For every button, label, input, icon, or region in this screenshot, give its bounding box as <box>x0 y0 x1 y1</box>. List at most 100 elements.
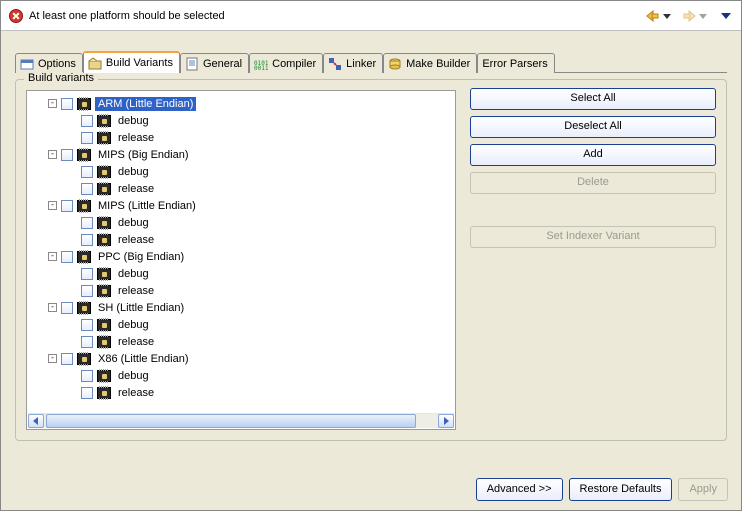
chip-icon <box>77 302 91 314</box>
tab-label: Make Builder <box>406 58 470 70</box>
tree-node-label[interactable]: release <box>115 386 157 400</box>
chip-icon <box>97 166 111 178</box>
horizontal-scrollbar[interactable] <box>28 413 454 428</box>
tree-variant-node[interactable]: debug <box>27 214 455 231</box>
add-button[interactable]: Add <box>470 144 716 166</box>
tree-node-label[interactable]: PPC (Big Endian) <box>95 250 187 264</box>
delete-button: Delete <box>470 172 716 194</box>
checkbox[interactable] <box>81 183 93 195</box>
variants-tree[interactable]: - ARM (Little Endian) debug release - MIPS (B… <box>26 90 456 430</box>
chip-icon <box>97 183 111 195</box>
checkbox[interactable] <box>81 115 93 127</box>
tree-node-label[interactable]: debug <box>115 165 152 179</box>
apply-button: Apply <box>678 478 728 501</box>
tree-node-label[interactable]: debug <box>115 318 152 332</box>
checkbox[interactable] <box>61 98 73 110</box>
tree-node-label[interactable]: MIPS (Little Endian) <box>95 199 199 213</box>
checkbox[interactable] <box>81 132 93 144</box>
chip-icon <box>97 217 111 229</box>
header-message: At least one platform should be selected <box>29 10 645 22</box>
error-icon <box>9 9 23 23</box>
back-menu-icon[interactable] <box>663 12 671 20</box>
tree-platform-node[interactable]: - X86 (Little Endian) <box>27 350 455 367</box>
tree-platform-node[interactable]: - SH (Little Endian) <box>27 299 455 316</box>
tab-compiler[interactable]: 01010011 Compiler <box>249 53 323 73</box>
chip-icon <box>97 268 111 280</box>
back-button[interactable] <box>645 8 661 24</box>
scroll-left-button[interactable] <box>28 414 44 428</box>
tree-variant-node[interactable]: debug <box>27 112 455 129</box>
tab-bar: Options Build Variants General 01010011 … <box>15 51 727 73</box>
tree-node-label[interactable]: release <box>115 335 157 349</box>
tab-options[interactable]: Options <box>15 53 83 73</box>
collapse-icon[interactable]: - <box>48 252 57 261</box>
make-builder-icon <box>388 57 402 71</box>
tree-node-label[interactable]: debug <box>115 114 152 128</box>
deselect-all-button[interactable]: Deselect All <box>470 116 716 138</box>
chip-icon <box>77 251 91 263</box>
checkbox[interactable] <box>81 285 93 297</box>
tree-node-label[interactable]: release <box>115 233 157 247</box>
checkbox[interactable] <box>81 217 93 229</box>
tab-general[interactable]: General <box>180 53 249 73</box>
advanced-button[interactable]: Advanced >> <box>476 478 563 501</box>
tree-variant-node[interactable]: debug <box>27 316 455 333</box>
compiler-icon: 01010011 <box>254 57 268 71</box>
tree-variant-node[interactable]: release <box>27 282 455 299</box>
tree-node-label[interactable]: release <box>115 182 157 196</box>
collapse-icon[interactable]: - <box>48 201 57 210</box>
checkbox[interactable] <box>81 268 93 280</box>
tree-node-label[interactable]: debug <box>115 369 152 383</box>
collapse-icon[interactable]: - <box>48 99 57 108</box>
collapse-icon[interactable]: - <box>48 150 57 159</box>
tree-node-label[interactable]: release <box>115 284 157 298</box>
collapse-icon[interactable]: - <box>48 303 57 312</box>
nav-arrows <box>645 8 731 24</box>
tree-platform-node[interactable]: - PPC (Big Endian) <box>27 248 455 265</box>
tree-variant-node[interactable]: release <box>27 180 455 197</box>
checkbox[interactable] <box>61 200 73 212</box>
tree-node-label[interactable]: MIPS (Big Endian) <box>95 148 191 162</box>
tree-variant-node[interactable]: debug <box>27 163 455 180</box>
tab-error-parsers[interactable]: Error Parsers <box>477 53 554 73</box>
view-menu-icon[interactable] <box>721 11 731 21</box>
checkbox[interactable] <box>81 387 93 399</box>
tree-platform-node[interactable]: - MIPS (Big Endian) <box>27 146 455 163</box>
checkbox[interactable] <box>61 302 73 314</box>
select-all-button[interactable]: Select All <box>470 88 716 110</box>
tree-platform-node[interactable]: - MIPS (Little Endian) <box>27 197 455 214</box>
tree-node-label[interactable]: debug <box>115 267 152 281</box>
chip-icon <box>97 319 111 331</box>
chip-icon <box>77 98 91 110</box>
scroll-thumb[interactable] <box>46 414 416 428</box>
tree-variant-node[interactable]: release <box>27 384 455 401</box>
footer-buttons: Advanced >> Restore Defaults Apply <box>476 478 728 501</box>
tab-linker[interactable]: Linker <box>323 53 383 73</box>
tree-variant-node[interactable]: debug <box>27 265 455 282</box>
tree-variant-node[interactable]: debug <box>27 367 455 384</box>
checkbox[interactable] <box>81 336 93 348</box>
tree-node-label[interactable]: release <box>115 131 157 145</box>
restore-defaults-button[interactable]: Restore Defaults <box>569 478 673 501</box>
checkbox[interactable] <box>81 166 93 178</box>
tree-platform-node[interactable]: - ARM (Little Endian) <box>27 95 455 112</box>
checkbox[interactable] <box>61 353 73 365</box>
svg-text:0011: 0011 <box>254 65 268 71</box>
tree-node-label[interactable]: debug <box>115 216 152 230</box>
tree-variant-node[interactable]: release <box>27 129 455 146</box>
tree-variant-node[interactable]: release <box>27 333 455 350</box>
checkbox[interactable] <box>81 370 93 382</box>
checkbox[interactable] <box>61 149 73 161</box>
tab-make-builder[interactable]: Make Builder <box>383 53 477 73</box>
checkbox[interactable] <box>61 251 73 263</box>
checkbox[interactable] <box>81 319 93 331</box>
collapse-icon[interactable]: - <box>48 354 57 363</box>
tree-node-label[interactable]: SH (Little Endian) <box>95 301 187 315</box>
scroll-right-button[interactable] <box>438 414 454 428</box>
tree-node-label[interactable]: X86 (Little Endian) <box>95 352 192 366</box>
chip-icon <box>97 132 111 144</box>
checkbox[interactable] <box>81 234 93 246</box>
tree-node-label[interactable]: ARM (Little Endian) <box>95 97 196 111</box>
tab-build-variants[interactable]: Build Variants <box>83 51 180 73</box>
tree-variant-node[interactable]: release <box>27 231 455 248</box>
